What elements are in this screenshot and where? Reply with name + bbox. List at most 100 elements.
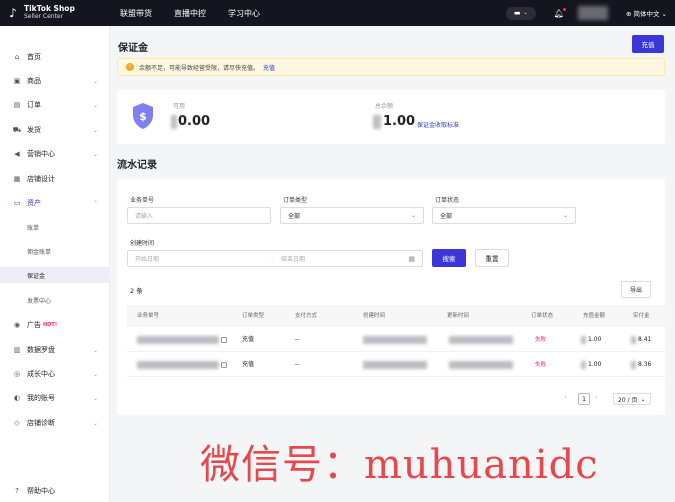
chevron-down-icon: ⌄ bbox=[92, 346, 98, 354]
column-header: 订单状态 bbox=[531, 313, 554, 319]
recharge-button[interactable]: 充值 bbox=[632, 35, 664, 53]
sidebar-subitem-commission-bills[interactable]: 佣金账单 bbox=[0, 243, 110, 259]
chevron-up-icon: ⌃ bbox=[92, 199, 98, 207]
top-nav: 联盟带货 直播中控 学习中心 bbox=[120, 8, 282, 19]
chevron-down-icon: ⌄ bbox=[523, 10, 528, 16]
sidebar-item-shipping[interactable]: ⛟ 发货 ⌄ bbox=[0, 121, 110, 139]
updated-time-blurred bbox=[449, 361, 513, 369]
compass-icon: ▥ bbox=[13, 346, 21, 354]
sidebar-item-data-compass[interactable]: ▥ 数据罗盘 ⌄ bbox=[0, 341, 110, 359]
paid-cell: 8.36 bbox=[638, 361, 652, 368]
chevron-down-icon: ⌄ bbox=[410, 212, 416, 219]
payment-cell: -- bbox=[295, 361, 300, 368]
order-type-cell: 充值 bbox=[242, 336, 255, 343]
page-number-current[interactable]: 1 bbox=[578, 393, 590, 405]
chevron-down-icon: ⌄ bbox=[92, 150, 98, 158]
nav-live-console[interactable]: 直播中控 bbox=[174, 8, 206, 19]
sidebar-item-products[interactable]: ▣ 商品 ⌄ bbox=[0, 72, 110, 90]
account-avatar[interactable] bbox=[577, 6, 608, 20]
business-no-input[interactable]: 请输入 bbox=[127, 207, 271, 224]
page-size-select[interactable]: 20 / 页 ⌄ bbox=[613, 393, 651, 405]
warning-icon: ! bbox=[126, 63, 134, 71]
prev-page-icon[interactable]: ‹ bbox=[564, 393, 567, 401]
currency-blur bbox=[631, 336, 636, 344]
created-time-label: 创建时间 bbox=[130, 240, 155, 247]
sidebar-item-ads[interactable]: ◉ 广告 HOT! bbox=[0, 316, 110, 334]
chevron-down-icon: ⌄ bbox=[92, 126, 98, 134]
created-time-blurred bbox=[363, 361, 427, 369]
start-date-input[interactable]: 开始日期 bbox=[135, 254, 159, 263]
sidebar-item-orders[interactable]: ▤ 订单 ⌄ bbox=[0, 96, 110, 114]
nav-learning-center[interactable]: 学习中心 bbox=[228, 8, 260, 19]
sidebar-item-help-center[interactable]: ? 帮助中心 bbox=[0, 482, 110, 500]
notification-dot bbox=[562, 7, 566, 11]
chevron-down-icon: ⌄ bbox=[92, 394, 98, 402]
chevron-down-icon: ⌄ bbox=[562, 212, 568, 219]
updated-time-blurred bbox=[449, 336, 513, 344]
wallet-icon: ▭ bbox=[13, 199, 21, 207]
end-date-input[interactable]: 结束日期 bbox=[281, 254, 305, 263]
megaphone-icon: ◀ bbox=[14, 150, 20, 158]
total-balance-label: 总余额 bbox=[375, 103, 394, 110]
language-switcher[interactable]: ⊕ 简体中文 ⌄ bbox=[626, 8, 667, 18]
records-section-title: 流水记录 bbox=[117, 160, 157, 171]
records-card: 业务单号 请输入 订单类型 全部 ⌄ 订单状态 全部 ⌄ 创建时间 开始日期 -… bbox=[117, 179, 665, 415]
export-button[interactable]: 导出 bbox=[621, 281, 651, 298]
message-icon: ▬ bbox=[513, 9, 521, 17]
sidebar-subitem-bills[interactable]: 账单 bbox=[0, 219, 110, 235]
sidebar-item-my-account[interactable]: ◐ 我的账号 ⌄ bbox=[0, 389, 110, 407]
box-icon: ▣ bbox=[13, 77, 21, 85]
next-page-icon[interactable]: › bbox=[595, 393, 598, 401]
business-no-blurred bbox=[137, 336, 219, 344]
page-title: 保证金 bbox=[118, 43, 148, 54]
business-no-blurred bbox=[137, 361, 219, 369]
currency-blur bbox=[373, 115, 381, 129]
search-button[interactable]: 搜索 bbox=[432, 249, 466, 267]
reset-button[interactable]: 重置 bbox=[475, 249, 509, 267]
table-row: 充值 -- 失败 1.00 8.41 bbox=[127, 328, 665, 352]
sidebar-item-store-diagnosis[interactable]: ◇ 店铺诊断 ⌄ bbox=[0, 414, 110, 432]
column-header: 实付金 bbox=[633, 313, 650, 319]
alert-recharge-link[interactable]: 充值 bbox=[263, 63, 275, 72]
account-icon: ◐ bbox=[13, 394, 21, 402]
sidebar-subitem-invoice-center[interactable]: 发票中心 bbox=[0, 292, 110, 308]
help-icon: ? bbox=[15, 487, 19, 495]
order-type-select[interactable]: 全部 ⌄ bbox=[280, 207, 424, 224]
order-icon: ▤ bbox=[13, 101, 21, 109]
order-type-label: 订单类型 bbox=[283, 197, 308, 204]
order-status-label: 订单状态 bbox=[435, 197, 460, 204]
status-failed-badge: 失败 bbox=[535, 337, 547, 343]
date-range-picker[interactable]: 开始日期 - 结束日期 ▦ bbox=[127, 250, 423, 267]
sidebar-item-growth-center[interactable]: ◎ 成长中心 ⌄ bbox=[0, 365, 110, 383]
globe-icon: ⊕ bbox=[625, 10, 632, 18]
nav-affiliate[interactable]: 联盟带货 bbox=[120, 8, 152, 19]
sidebar-item-assets[interactable]: ▭ 资产 ⌃ bbox=[0, 194, 110, 212]
watermark-text: 微信号：muhuanidc bbox=[200, 442, 599, 488]
copy-icon[interactable] bbox=[221, 362, 227, 368]
sidebar-item-home[interactable]: ⌂ 首页 bbox=[0, 48, 110, 66]
store-icon: ▦ bbox=[13, 175, 21, 183]
deposit-standard-link[interactable]: 保证金收取标准 bbox=[417, 120, 459, 129]
total-balance-value: 1.00 bbox=[383, 114, 416, 129]
record-count: 2 条 bbox=[130, 287, 143, 295]
sidebar-item-marketing[interactable]: ◀ 营销中心 ⌄ bbox=[0, 145, 110, 163]
amount-cell: 1.00 bbox=[588, 361, 602, 368]
order-status-select[interactable]: 全部 ⌄ bbox=[432, 207, 576, 224]
column-header: 更新时间 bbox=[447, 313, 470, 319]
column-header: 创建时间 bbox=[363, 313, 386, 319]
notification-bell-icon[interactable]: 🔔︎ bbox=[554, 7, 566, 18]
brand-name: TikTok Shop bbox=[24, 4, 75, 13]
diagnosis-icon: ◇ bbox=[14, 419, 20, 427]
sidebar-subitem-deposit[interactable]: 保证金 bbox=[0, 267, 110, 283]
sidebar-item-store-design[interactable]: ▦ 店铺设计 bbox=[0, 170, 110, 188]
chevron-down-icon: ⌄ bbox=[640, 395, 646, 403]
copy-icon[interactable] bbox=[221, 337, 227, 343]
available-value: 0.00 bbox=[178, 114, 211, 129]
currency-blur bbox=[171, 115, 177, 129]
shield-dollar-icon: $ bbox=[133, 103, 153, 129]
amount-cell: 1.00 bbox=[588, 336, 602, 343]
message-button[interactable]: ▬ ⌄ bbox=[505, 6, 536, 20]
brand-logo[interactable]: ♪ TikTok Shop Seller Center bbox=[0, 5, 120, 21]
tiktok-note-icon: ♪ bbox=[9, 6, 17, 20]
truck-icon: ⛟ bbox=[12, 125, 22, 134]
